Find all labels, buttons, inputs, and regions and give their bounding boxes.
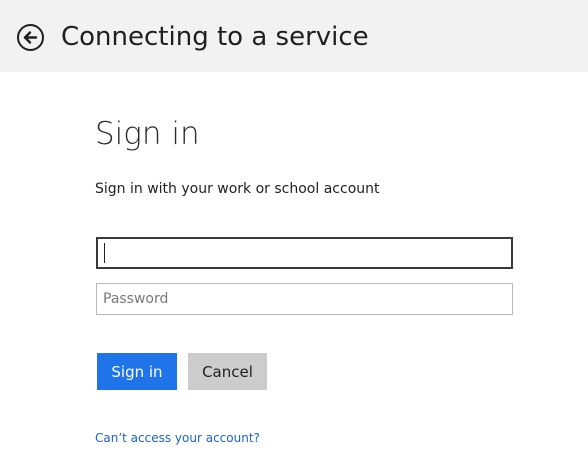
sign-in-window: Connecting to a service Sign in Sign in … xyxy=(0,0,588,469)
cancel-button[interactable]: Cancel xyxy=(188,353,267,390)
sign-in-instruction: Sign in with your work or school account xyxy=(95,181,380,197)
sign-in-button[interactable]: Sign in xyxy=(97,353,177,390)
back-arrow-icon xyxy=(23,31,38,44)
header-bar: Connecting to a service xyxy=(0,0,588,72)
username-input[interactable] xyxy=(96,237,513,269)
cant-access-account-link[interactable]: Can’t access your account? xyxy=(95,430,260,446)
text-caret xyxy=(104,243,105,263)
sign-in-heading: Sign in xyxy=(95,116,200,152)
back-button[interactable] xyxy=(17,24,44,51)
page-title: Connecting to a service xyxy=(61,22,369,52)
password-input[interactable] xyxy=(96,283,513,315)
